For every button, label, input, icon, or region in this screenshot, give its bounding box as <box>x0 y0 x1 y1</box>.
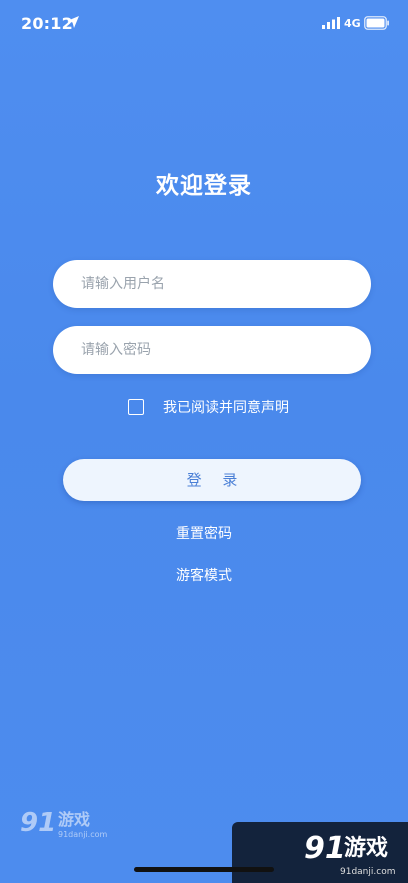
watermark-logo-small: 91 游戏 91danji.com <box>20 808 108 839</box>
location-arrow-icon <box>67 16 79 28</box>
svg-text:91danji.com: 91danji.com <box>340 867 395 877</box>
network-type: 4G <box>344 17 361 30</box>
svg-text:91: 91 <box>304 831 346 866</box>
username-input[interactable] <box>81 260 351 308</box>
signal-icon <box>322 17 340 29</box>
svg-text:游戏: 游戏 <box>344 835 388 861</box>
password-input[interactable] <box>81 326 351 374</box>
guest-mode-link[interactable]: 游客模式 <box>0 565 408 585</box>
home-indicator[interactable] <box>134 867 274 872</box>
svg-text:91danji.com: 91danji.com <box>58 830 108 839</box>
login-button[interactable]: 登 录 <box>63 459 361 501</box>
svg-text:游戏: 游戏 <box>58 810 90 829</box>
watermark-badge: 91 游戏 91danji.com <box>232 822 408 883</box>
watermark-logo-large: 91 游戏 91danji.com <box>304 831 395 877</box>
page-title: 欢迎登录 <box>156 173 252 199</box>
agreement-row[interactable]: 我已阅读并同意声明 <box>128 396 289 418</box>
battery-icon <box>364 16 389 30</box>
login-screen: 20:12 4G 欢迎登录 我已阅读并同意声明 登 录 重置密码 游客模式 <box>0 0 408 883</box>
password-field[interactable] <box>53 326 371 374</box>
reset-password-link[interactable]: 重置密码 <box>0 523 408 543</box>
agreement-label[interactable]: 我已阅读并同意声明 <box>163 397 289 417</box>
agreement-checkbox[interactable] <box>128 399 144 415</box>
svg-text:91: 91 <box>20 808 56 838</box>
username-field[interactable] <box>53 260 371 308</box>
status-bar: 20:12 4G <box>0 0 408 46</box>
